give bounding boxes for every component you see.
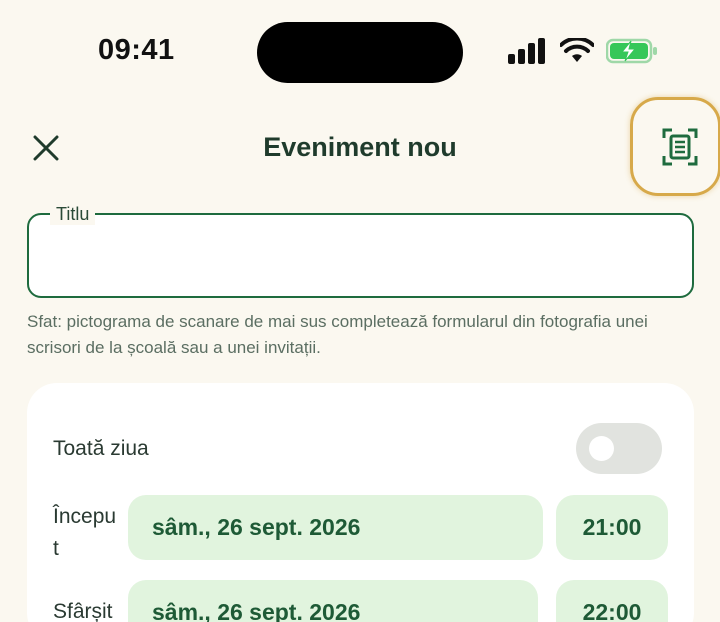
all-day-label: Toată ziua [53, 437, 149, 460]
status-icons [508, 38, 658, 64]
cellular-signal-icon [508, 38, 545, 64]
page-title: Eveniment nou [263, 132, 457, 162]
scan-document-button[interactable] [662, 128, 698, 166]
end-label: Sfârșit [53, 600, 113, 622]
start-label: Începu t [53, 505, 117, 560]
scan-hint-text: Sfat: pictograma de scanare de mai sus c… [27, 312, 648, 357]
document-scan-icon [662, 128, 698, 166]
event-form-screen: 09:41 Eveniment nou Titlu Sfat: pictogra… [0, 0, 720, 622]
battery-charging-icon [606, 38, 657, 64]
dynamic-island [257, 22, 463, 83]
title-input-label: Titlu [50, 204, 96, 225]
all-day-toggle[interactable] [576, 423, 662, 474]
wifi-icon [560, 38, 594, 62]
start-time-button[interactable]: 21:00 [556, 495, 668, 560]
start-date-button[interactable]: sâm., 26 sept. 2026 [128, 495, 543, 560]
status-time: 09:41 [98, 34, 175, 66]
end-time-button[interactable]: 22:00 [556, 580, 668, 622]
all-day-toggle-knob [589, 436, 614, 461]
title-input[interactable] [27, 213, 694, 298]
end-date-button[interactable]: sâm., 26 sept. 2026 [128, 580, 538, 622]
